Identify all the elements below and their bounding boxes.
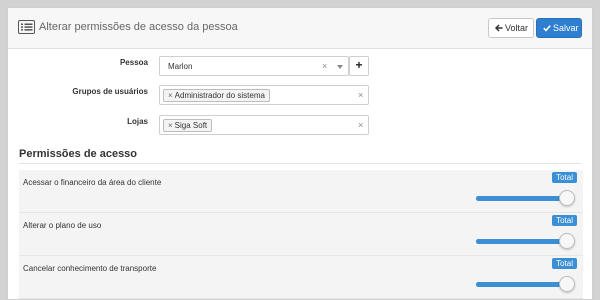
add-pessoa-button[interactable]: + (349, 56, 369, 76)
form-row-grupos: Grupos de usuários × Administrador do sis… (8, 85, 592, 105)
form-row-pessoa: Pessoa Marlon × + (8, 56, 592, 76)
lojas-clear-icon[interactable]: × (358, 120, 363, 130)
permissions-title: Permissões de acesso (19, 148, 138, 160)
permission-level-badge: Total (552, 258, 577, 269)
grupos-multiselect[interactable]: × Administrador do sistema × (159, 85, 369, 105)
pessoa-label: Pessoa (119, 58, 148, 67)
tag-remove-icon[interactable]: × (168, 121, 173, 130)
pessoa-clear-icon[interactable]: × (322, 61, 327, 71)
grupos-label: Grupos de usuários (72, 87, 148, 96)
grupo-tag: × Administrador do sistema (163, 89, 270, 102)
permission-slider[interactable] (476, 233, 575, 249)
divider (19, 163, 581, 164)
grupo-tag-label: Administrador do sistema (174, 91, 265, 100)
permission-label: Cancelar conhecimento de transporte (23, 264, 157, 273)
permission-label: Alterar o plano de uso (23, 221, 102, 230)
lojas-multiselect[interactable]: × Siga Soft × (159, 115, 369, 135)
loja-tag-label: Siga Soft (174, 121, 208, 130)
form-row-lojas: Lojas × Siga Soft × (8, 115, 592, 135)
permission-label: Acessar o financeiro da área do cliente (23, 178, 162, 187)
lojas-label: Lojas (127, 117, 148, 126)
permission-level-badge: Total (552, 215, 577, 226)
back-button-label: Voltar (505, 23, 529, 33)
save-button-label: Salvar (553, 23, 579, 33)
loja-tag: × Siga Soft (163, 119, 213, 132)
tag-remove-icon[interactable]: × (168, 91, 173, 100)
slider-fill (476, 239, 571, 244)
chevron-down-icon[interactable] (337, 65, 343, 69)
list-icon (18, 20, 35, 34)
pessoa-select[interactable]: Marlon × (159, 56, 349, 76)
panel-header: Alterar permissões de acesso da pessoa V… (8, 8, 592, 49)
slider-fill (476, 196, 571, 201)
arrow-left-icon (494, 24, 503, 32)
pessoa-value: Marlon (168, 62, 193, 71)
save-button[interactable]: Salvar (536, 18, 582, 38)
page-title: Alterar permissões de acesso da pessoa (39, 21, 238, 33)
slider-fill (476, 282, 571, 287)
back-button[interactable]: Voltar (488, 18, 534, 38)
slider-thumb[interactable] (559, 276, 575, 292)
check-icon (543, 25, 551, 32)
permission-row: Cancelar conhecimento de transporte Tota… (19, 256, 583, 299)
permission-row: Acessar o financeiro da área do cliente … (19, 170, 583, 213)
slider-thumb[interactable] (559, 190, 575, 206)
permission-row: Alterar o plano de uso Total (19, 213, 583, 256)
permission-slider[interactable] (476, 190, 575, 206)
permission-slider[interactable] (476, 276, 575, 292)
slider-thumb[interactable] (559, 233, 575, 249)
main-panel: Alterar permissões de acesso da pessoa V… (7, 7, 593, 300)
permission-level-badge: Total (552, 172, 577, 183)
grupos-clear-icon[interactable]: × (358, 90, 363, 100)
